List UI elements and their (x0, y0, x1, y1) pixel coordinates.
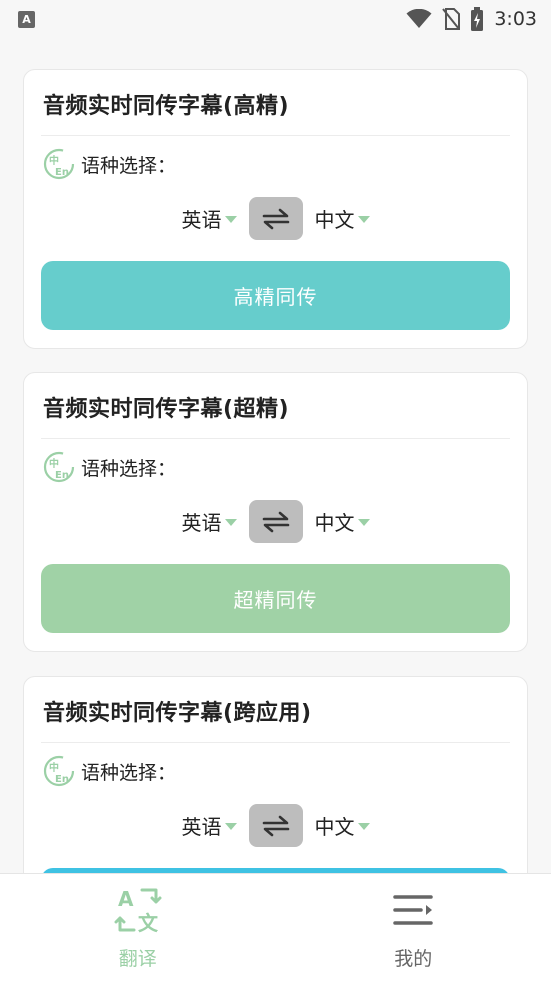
battery-charging-icon (471, 7, 484, 31)
language-selection-row: 中 En 语种选择： (43, 451, 176, 483)
swap-languages-button[interactable] (248, 804, 303, 847)
status-right: 3:03 (406, 7, 537, 31)
language-swap-row: 英语 中文 (24, 804, 527, 847)
source-language-dropdown[interactable]: 英语 (182, 811, 237, 840)
swap-languages-button[interactable] (248, 197, 303, 240)
svg-text:中: 中 (49, 154, 59, 167)
caret-down-icon (357, 823, 370, 830)
source-language-value: 英语 (181, 208, 222, 232)
language-selection-label: 语种选择： (81, 761, 177, 784)
target-language-value: 中文 (314, 208, 355, 232)
target-language-dropdown[interactable]: 中文 (315, 811, 370, 840)
translate-icon: A 文 (114, 887, 162, 935)
svg-text:A: A (118, 887, 134, 911)
status-bar: A 3:03 (0, 0, 551, 38)
svg-text:En: En (55, 470, 69, 481)
caret-down-icon (224, 216, 237, 223)
swap-arrows-icon (262, 208, 289, 229)
card-cross-app: 音频实时同传字幕(跨应用) 中 En 语种选择： 英语 中文 (23, 676, 528, 873)
swap-languages-button[interactable] (248, 500, 303, 543)
caret-down-icon (357, 216, 370, 223)
card-title: 音频实时同传字幕(跨应用) (43, 701, 312, 726)
language-selection-row: 中 En 语种选择： (43, 755, 176, 787)
svg-text:文: 文 (138, 911, 159, 935)
target-language-dropdown[interactable]: 中文 (315, 507, 370, 536)
language-selection-row: 中 En 语种选择： (43, 148, 176, 180)
nav-item-translate[interactable]: A 文 翻译 (0, 874, 276, 981)
card-title: 音频实时同传字幕(高精) (43, 94, 290, 119)
caret-down-icon (224, 519, 237, 526)
svg-text:中: 中 (49, 457, 59, 470)
svg-text:En: En (55, 167, 69, 178)
nav-label-mine: 我的 (394, 948, 433, 970)
divider (41, 742, 510, 743)
swap-arrows-icon (262, 511, 289, 532)
no-sim-icon (442, 8, 461, 30)
svg-text:中: 中 (49, 761, 59, 774)
target-language-dropdown[interactable]: 中文 (315, 204, 370, 233)
swap-arrows-icon (262, 815, 289, 836)
language-selection-label: 语种选择： (81, 457, 177, 480)
divider (41, 438, 510, 439)
card-ultra-precision: 音频实时同传字幕(超精) 中 En 语种选择： 英语 中文 超精同传 (23, 372, 528, 652)
caret-down-icon (224, 823, 237, 830)
wifi-icon (406, 9, 432, 28)
menu-icon (393, 895, 433, 925)
status-time: 3:03 (494, 8, 537, 30)
zh-en-language-icon: 中 En (43, 451, 75, 483)
caret-down-icon (357, 519, 370, 526)
language-selection-label: 语种选择： (81, 154, 177, 177)
zh-en-language-icon: 中 En (43, 755, 75, 787)
source-language-dropdown[interactable]: 英语 (182, 204, 237, 233)
source-language-value: 英语 (181, 815, 222, 839)
ultra-precision-translate-button[interactable]: 超精同传 (41, 564, 510, 633)
card-high-precision: 音频实时同传字幕(高精) 中 En 语种选择： 英语 中文 高精同传 (23, 69, 528, 349)
target-language-value: 中文 (314, 511, 355, 535)
bottom-nav: A 文 翻译 我的 (0, 873, 551, 981)
nav-item-mine[interactable]: 我的 (276, 874, 551, 981)
source-language-dropdown[interactable]: 英语 (182, 507, 237, 536)
high-precision-translate-button[interactable]: 高精同传 (41, 261, 510, 330)
target-language-value: 中文 (314, 815, 355, 839)
status-left: A (18, 10, 35, 28)
nav-label-translate: 翻译 (118, 948, 157, 970)
zh-en-language-icon: 中 En (43, 148, 75, 180)
svg-text:En: En (55, 774, 69, 785)
divider (41, 135, 510, 136)
source-language-value: 英语 (181, 511, 222, 535)
language-swap-row: 英语 中文 (24, 197, 527, 240)
app-notification-icon: A (18, 10, 35, 28)
card-title: 音频实时同传字幕(超精) (43, 397, 290, 422)
language-swap-row: 英语 中文 (24, 500, 527, 543)
card-list[interactable]: 音频实时同传字幕(高精) 中 En 语种选择： 英语 中文 高精同传 音频实时同… (0, 38, 551, 873)
